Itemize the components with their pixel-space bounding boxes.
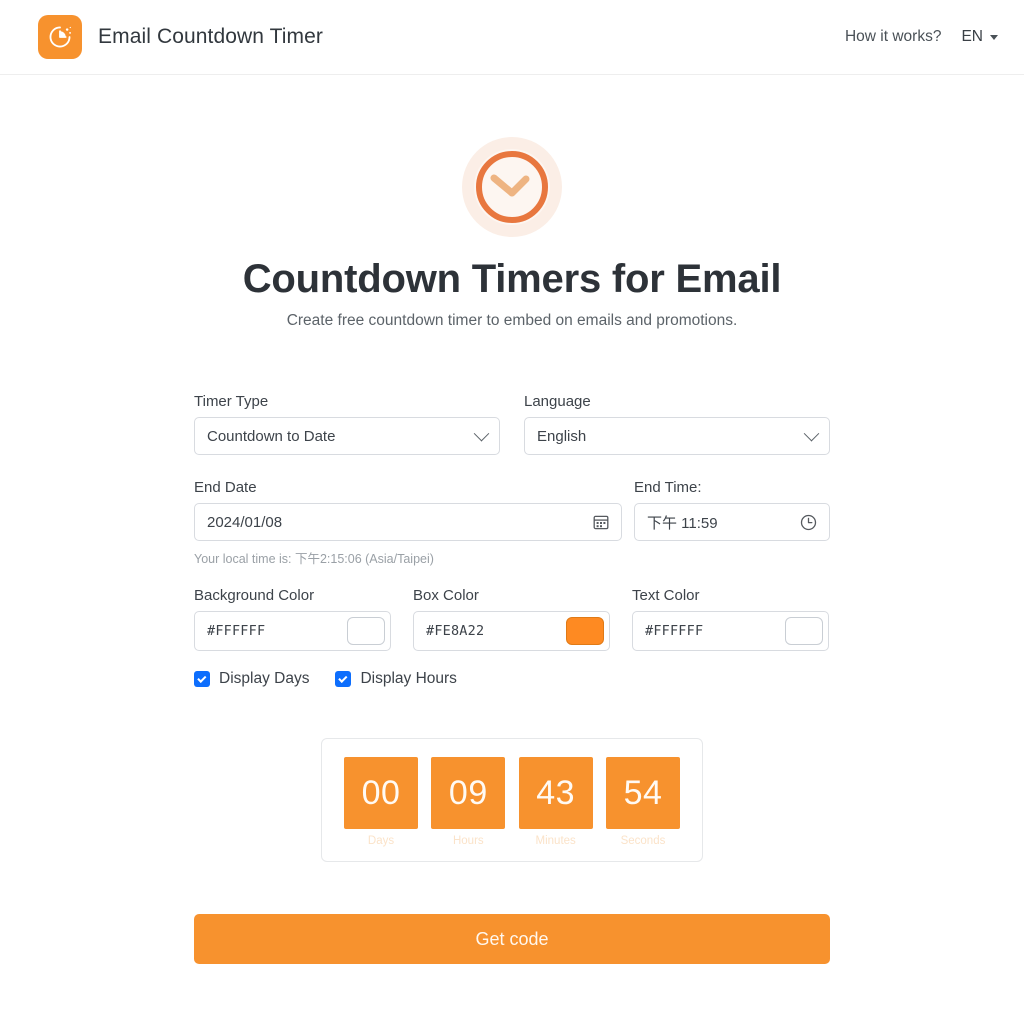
display-days-label: Display Days [219,670,310,687]
box-color-group: Box Color #FE8A22 [413,587,610,651]
brand-title: Email Countdown Timer [98,25,324,48]
clock-icon[interactable] [800,514,817,531]
countdown-unit-box: 00 [344,757,418,829]
box-color-swatch[interactable] [566,617,604,645]
countdown-unit: 54 Seconds [605,757,680,847]
countdown-preview: 00 Days 09 Hours 43 Minutes 54 Seconds [321,738,703,862]
timer-type-label: Timer Type [194,393,269,410]
language-value: English [537,427,587,445]
page-subtitle: Create free countdown timer to embed on … [286,312,738,329]
countdown-unit-value: 54 [623,773,663,812]
language-dropdown[interactable]: EN [961,28,998,46]
form-row-colors: Background Color #FFFFFF Box Color #FE8A… [194,587,830,651]
timer-type-value: Countdown to Date [207,427,336,445]
clock-icon [462,137,562,237]
text-color-swatch[interactable] [785,617,823,645]
background-color-swatch[interactable] [347,617,385,645]
countdown-unit-value: 43 [536,773,576,812]
text-color-label: Text Color [632,587,700,604]
timer-type-group: Timer Type Countdown to Date [194,393,500,455]
countdown-unit-box: 43 [518,757,593,829]
brand[interactable]: Email Countdown Timer [38,15,323,59]
timer-type-select[interactable]: Countdown to Date [194,417,500,455]
box-color-label: Box Color [413,587,479,604]
display-hours-label: Display Hours [360,670,457,687]
how-it-works-link[interactable]: How it works? [845,28,941,46]
form-row-date-time: End Date 2024/01/08 Your local time is: … [194,479,830,567]
checkbox-checked-icon[interactable] [335,671,352,687]
end-date-input[interactable]: 2024/01/08 [194,503,622,541]
background-color-input[interactable]: #FFFFFF [194,611,391,651]
form-row-type-language: Timer Type Countdown to Date Language En… [194,393,830,455]
display-hours-checkbox[interactable]: Display Hours [335,670,457,688]
end-date-value: 2024/01/08 [207,513,283,531]
header-actions: How it works? EN [845,28,998,46]
app-header: Email Countdown Timer How it works? EN [0,0,1024,75]
text-color-input[interactable]: #FFFFFF [632,611,829,651]
end-time-label: End Time: [634,479,702,496]
box-color-value: #FE8A22 [426,623,485,639]
language-group: Language English [524,393,830,455]
countdown-unit: 09 Hours [431,757,506,847]
chevron-down-icon [803,425,820,441]
language-label: Language [524,393,591,410]
calendar-icon[interactable] [593,514,609,530]
caret-down-icon [990,34,998,40]
countdown-unit: 00 Days [344,757,418,847]
text-color-value: #FFFFFF [645,623,704,639]
countdown-unit-value: 09 [448,773,488,812]
page-title: Countdown Timers for Email [242,257,782,301]
countdown-unit-value: 00 [361,773,401,812]
box-color-input[interactable]: #FE8A22 [413,611,610,651]
local-time-note: Your local time is: 下午2:15:06 (Asia/Taip… [194,552,434,566]
background-color-label: Background Color [194,587,315,604]
countdown-unit-label: Seconds [620,835,666,847]
countdown-unit: 43 Minutes [518,757,593,847]
background-color-group: Background Color #FFFFFF [194,587,391,651]
countdown-unit-label: Hours [452,835,484,847]
get-code-button[interactable]: Get code [194,914,830,964]
end-time-value: 下午 11:59 [647,514,718,532]
language-dropdown-label: EN [961,28,983,45]
end-date-label: End Date [194,479,257,496]
countdown-unit-label: Minutes [535,835,576,847]
end-time-input[interactable]: 下午 11:59 [634,503,830,541]
timer-form: Timer Type Countdown to Date Language En… [194,330,830,688]
display-days-checkbox[interactable]: Display Days [194,670,309,688]
hero-section: Countdown Timers for Email Create free c… [0,75,1024,330]
countdown-unit-label: Days [367,835,395,847]
end-date-group: End Date 2024/01/08 Your local time is: … [194,479,622,567]
chevron-down-icon [473,425,490,441]
timer-pie-icon [38,15,82,59]
checkbox-checked-icon[interactable] [194,671,210,687]
display-options: Display Days Display Hours [194,670,830,688]
language-select[interactable]: English [524,417,830,455]
end-time-group: End Time: 下午 11:59 [634,479,830,567]
background-color-value: #FFFFFF [207,623,266,639]
countdown-unit-box: 09 [431,757,506,829]
text-color-group: Text Color #FFFFFF [632,587,829,651]
countdown-unit-box: 54 [605,757,680,829]
